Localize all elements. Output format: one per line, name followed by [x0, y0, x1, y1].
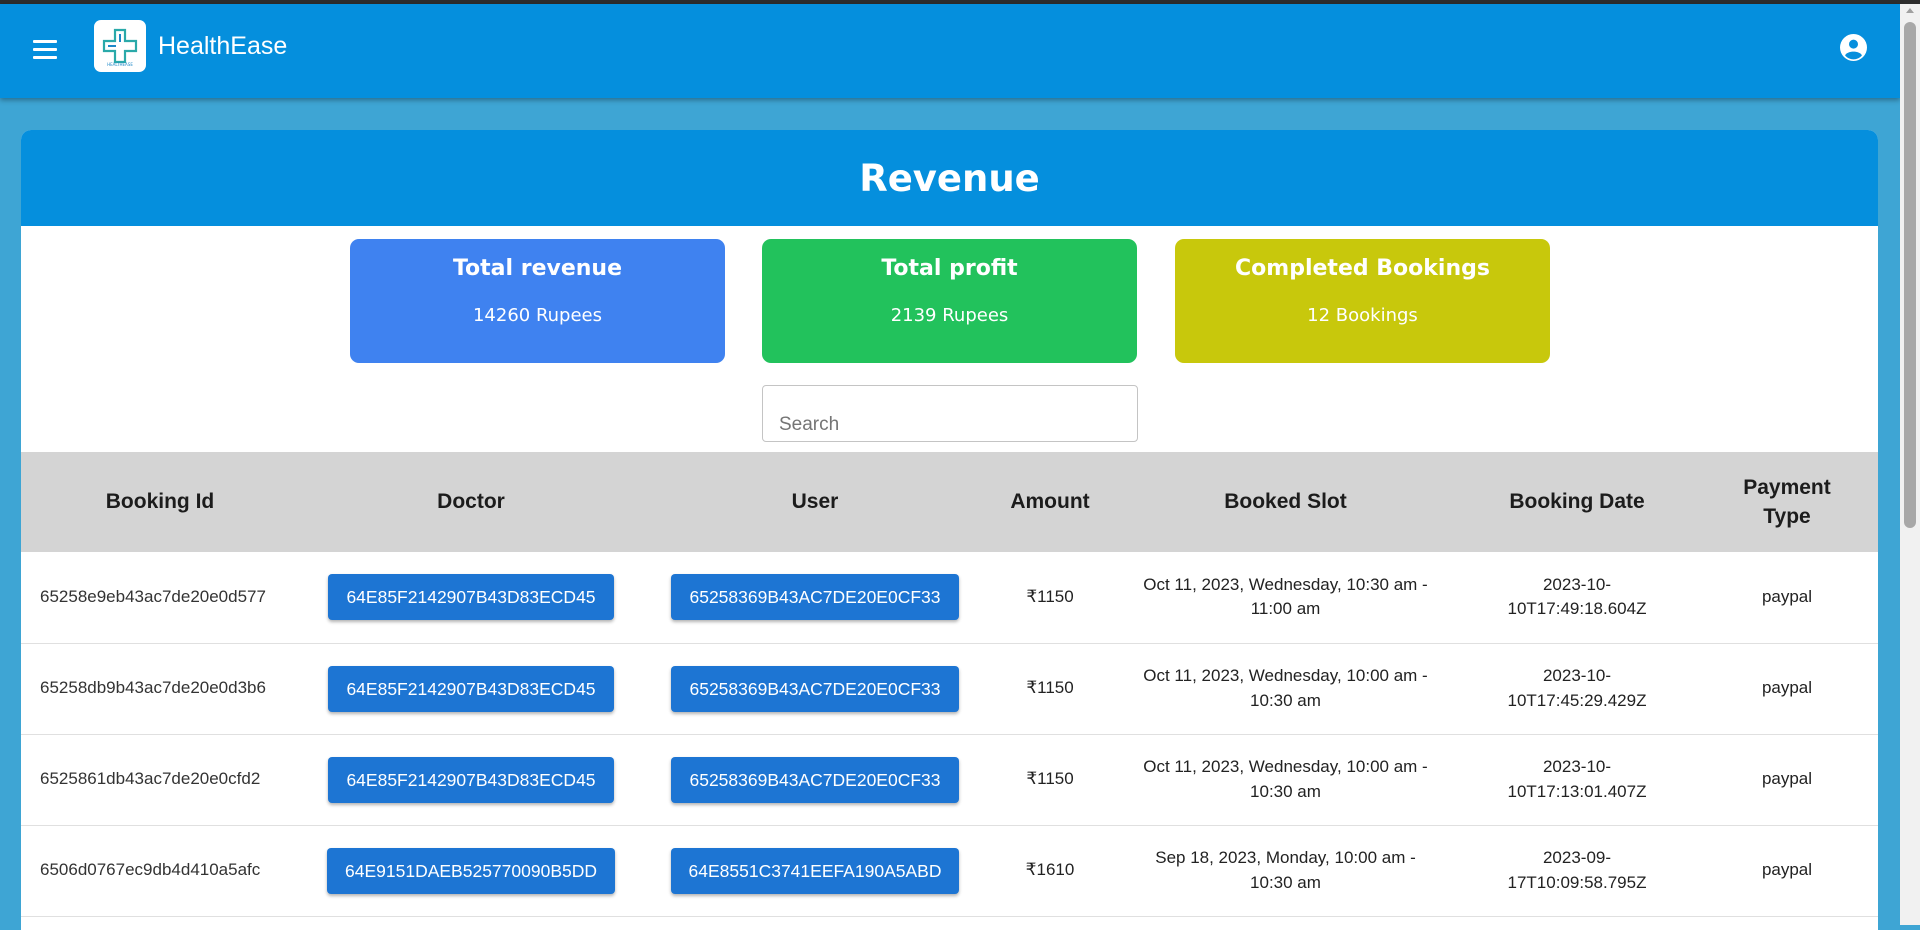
booking-id-cell: 6525861db43ac7de20e0cfd2	[40, 769, 261, 789]
col-booked-slot[interactable]: Booked Slot	[1113, 452, 1458, 552]
col-payment-type[interactable]: Payment Type	[1696, 452, 1878, 552]
col-amount[interactable]: Amount	[987, 452, 1113, 552]
logo-text: HEALTHEASE	[107, 62, 133, 67]
user-id-button[interactable]: 64E8551C3741EEFA190A5ABD	[670, 847, 960, 894]
stat-value: 12 Bookings	[1307, 305, 1418, 326]
booking-date-cell: 2023-10- 10T17:49:18.604Z	[1507, 574, 1647, 619]
booking-id-cell: 65258e9eb43ac7de20e0d577	[40, 586, 266, 606]
booking-id-cell: 65258db9b43ac7de20e0d3b6	[40, 678, 266, 698]
scroll-up-arrow-icon[interactable]	[1906, 8, 1914, 13]
stats-row: Total revenue 14260 Rupees Total profit …	[21, 239, 1878, 364]
total-revenue-card: Total revenue 14260 Rupees	[350, 239, 725, 363]
page-scrollbar[interactable]	[1900, 4, 1920, 925]
doctor-id-button[interactable]: 64E85F2142907B43D83ECD45	[328, 574, 614, 621]
doctor-id-button[interactable]: 64E9151DAEB525770090B5DD	[327, 847, 615, 894]
page-title: Revenue	[859, 156, 1040, 200]
user-id-button[interactable]: 65258369B43AC7DE20E0CF33	[671, 665, 959, 712]
booking-date-cell: 2023-10- 10T17:13:01.407Z	[1507, 756, 1647, 801]
table-row[interactable]: 6525861db43ac7de20e0cfd2 64E85F2142907B4…	[21, 734, 1878, 825]
col-booking-id[interactable]: Booking Id	[21, 452, 299, 552]
brand-name[interactable]: HealthEase	[158, 32, 287, 61]
col-doctor[interactable]: Doctor	[299, 452, 643, 552]
stat-value: 14260 Rupees	[472, 305, 603, 326]
app-bar: HEALTHEASE HealthEase	[0, 4, 1900, 98]
col-user[interactable]: User	[643, 452, 987, 552]
booking-date-cell: 2023-10- 10T17:45:29.429Z	[1507, 665, 1647, 710]
search-input[interactable]	[762, 385, 1138, 442]
revenue-card: Revenue Total revenue 14260 Rupees Total…	[21, 130, 1878, 930]
payment-type-cell: paypal	[1761, 586, 1813, 606]
account-circle-icon[interactable]	[1840, 34, 1867, 61]
amount-cell: ₹1150	[1026, 769, 1074, 789]
booked-slot-cell: Oct 11, 2023, Wednesday, 10:00 am -10:30…	[1143, 665, 1428, 710]
total-profit-card: Total profit 2139 Rupees	[762, 239, 1137, 363]
stat-title: Total revenue	[452, 256, 623, 281]
bookings-table: Booking Id Doctor User Amount Booked Slo…	[21, 452, 1878, 917]
user-id-button[interactable]: 65258369B43AC7DE20E0CF33	[671, 574, 959, 621]
col-booking-date[interactable]: Booking Date	[1458, 452, 1696, 552]
user-id-button[interactable]: 65258369B43AC7DE20E0CF33	[671, 756, 959, 803]
table-row[interactable]: 6506d0767ec9db4d410a5afc 64E9151DAEB5257…	[21, 825, 1878, 916]
menu-icon[interactable]	[28, 34, 62, 64]
stat-title: Total profit	[881, 256, 1018, 281]
table-header-row: Booking Id Doctor User Amount Booked Slo…	[21, 452, 1878, 552]
stat-title: Completed Bookings	[1235, 256, 1490, 281]
booked-slot-cell: Oct 11, 2023, Wednesday, 10:00 am -10:30…	[1143, 756, 1428, 801]
completed-bookings-card: Completed Bookings 12 Bookings	[1175, 239, 1550, 363]
table-row[interactable]: 65258db9b43ac7de20e0d3b6 64E85F2142907B4…	[21, 643, 1878, 734]
payment-type-cell: paypal	[1761, 769, 1813, 789]
amount-cell: ₹1610	[1025, 860, 1075, 880]
amount-cell: ₹1150	[1026, 678, 1074, 698]
doctor-id-button[interactable]: 64E85F2142907B43D83ECD45	[328, 756, 614, 803]
stat-value: 2139 Rupees	[890, 305, 1009, 326]
payment-type-cell: paypal	[1761, 678, 1813, 698]
booking-id-cell: 6506d0767ec9db4d410a5afc	[40, 860, 261, 880]
booked-slot-cell: Sep 18, 2023, Monday, 10:00 am -10:30 am	[1155, 847, 1416, 892]
revenue-header: Revenue	[21, 130, 1878, 226]
payment-type-cell: paypal	[1761, 860, 1813, 880]
medical-cross-logo-icon[interactable]: HEALTHEASE	[94, 20, 146, 72]
table-row[interactable]: 65258e9eb43ac7de20e0d577 64E85F2142907B4…	[21, 552, 1878, 643]
doctor-id-button[interactable]: 64E85F2142907B43D83ECD45	[328, 665, 614, 712]
scrollbar-thumb[interactable]	[1904, 22, 1916, 528]
booking-date-cell: 2023-09- 17T10:09:58.795Z	[1507, 847, 1647, 892]
amount-cell: ₹1150	[1026, 586, 1074, 606]
booked-slot-cell: Oct 11, 2023, Wednesday, 10:30 am -11:00…	[1143, 574, 1428, 619]
